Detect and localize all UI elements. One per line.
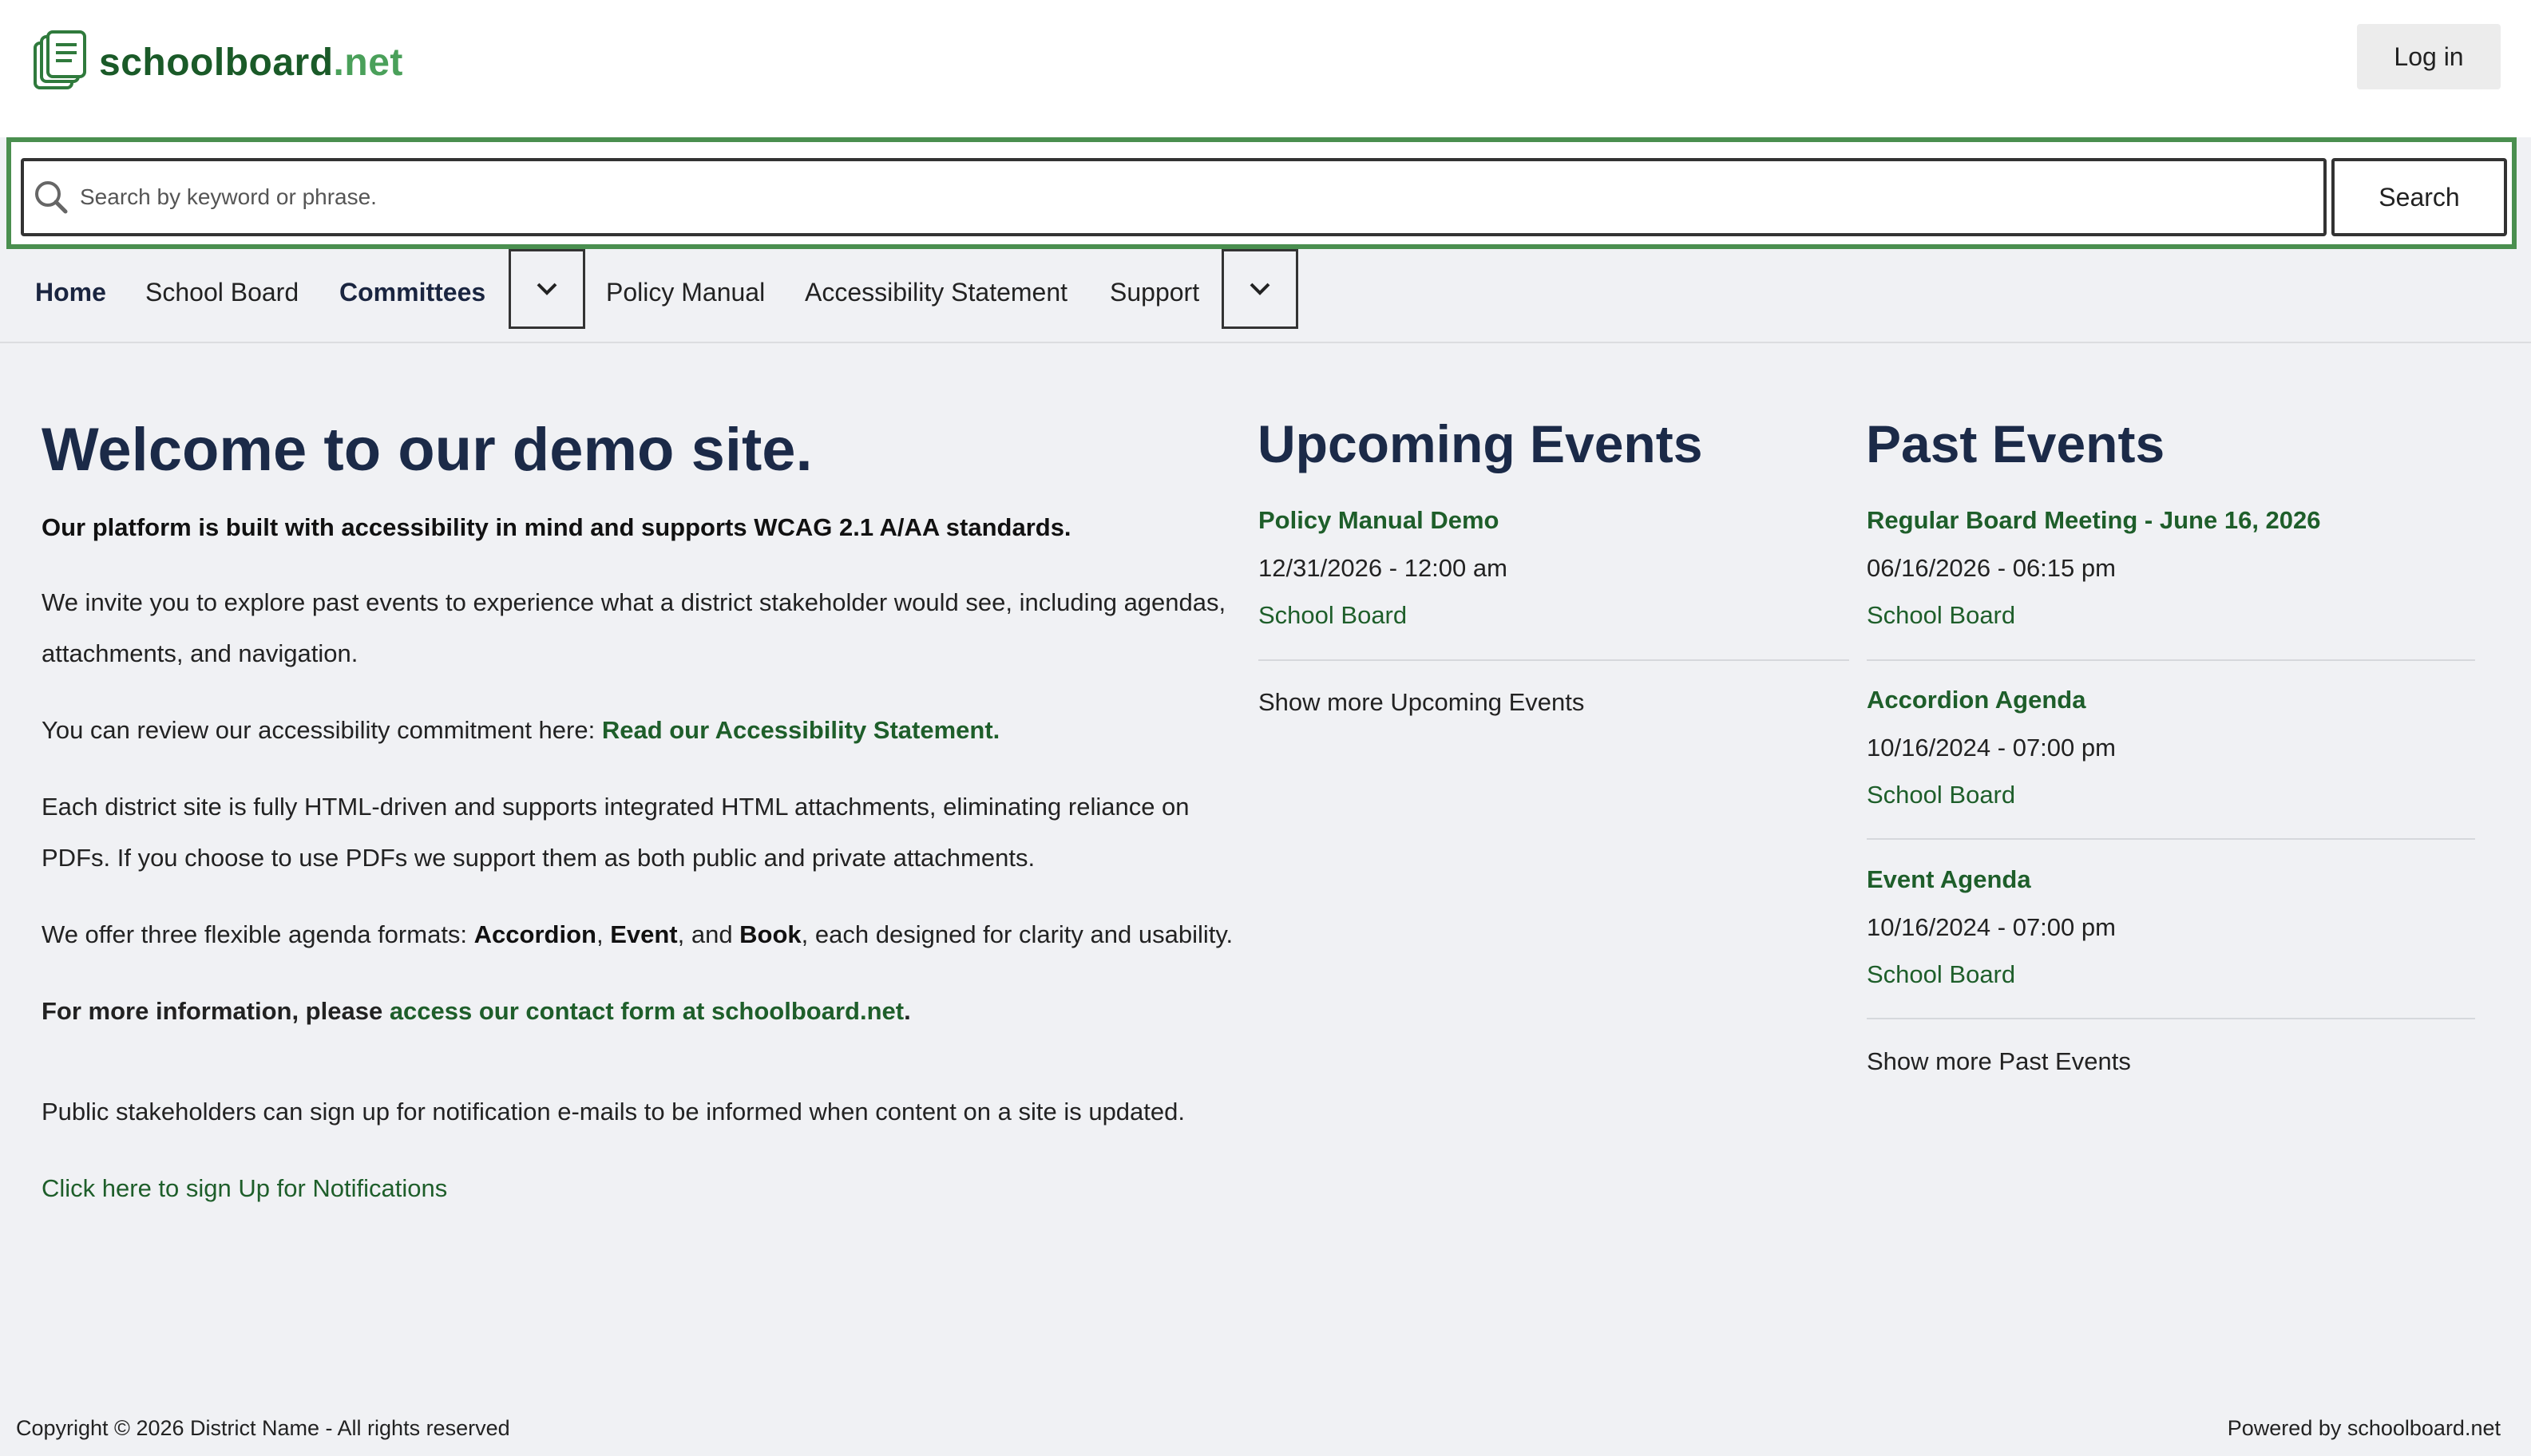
- welcome-section: Welcome to our demo site. Our platform i…: [42, 415, 1247, 1214]
- contact-form-link[interactable]: access our contact form at schoolboard.n…: [390, 997, 904, 1025]
- event-date: 10/16/2024 - 07:00 pm: [1867, 734, 2116, 762]
- event-date: 06/16/2026 - 06:15 pm: [1867, 554, 2116, 582]
- contact-paragraph: For more information, please access our …: [42, 986, 1247, 1037]
- nav-item-support[interactable]: Support: [1110, 278, 1199, 307]
- intro-statement: Our platform is built with accessibility…: [42, 513, 1071, 541]
- event-title[interactable]: Event Agenda: [1867, 865, 2031, 894]
- nav-item-policy-manual[interactable]: Policy Manual: [606, 278, 765, 307]
- nav-item-school-board[interactable]: School Board: [145, 278, 299, 307]
- formats-sep-2: , and: [677, 920, 740, 948]
- divider: [1867, 659, 2475, 661]
- site-logo[interactable]: schoolboard.net: [32, 30, 403, 95]
- divider: [1867, 838, 2475, 840]
- main-navigation: Home School Board Committees Policy Manu…: [0, 249, 2531, 343]
- site-header: schoolboard.net Log in: [0, 0, 2531, 137]
- login-button[interactable]: Log in: [2357, 24, 2501, 89]
- committees-dropdown-toggle[interactable]: [509, 249, 585, 329]
- accessibility-paragraph: You can review our accessibility commitm…: [42, 705, 1247, 756]
- search-region: Search by keyword or phrase. Search: [6, 137, 2517, 249]
- event-title[interactable]: Accordion Agenda: [1867, 686, 2085, 714]
- chevron-down-icon: [535, 281, 559, 297]
- chevron-down-icon: [1248, 281, 1272, 297]
- accessibility-text: You can review our accessibility commitm…: [42, 716, 602, 744]
- intro-paragraph: We invite you to explore past events to …: [42, 588, 1226, 667]
- upcoming-events-heading: Upcoming Events: [1258, 414, 1703, 473]
- event-date: 10/16/2024 - 07:00 pm: [1867, 913, 2116, 941]
- powered-by-text: Powered by schoolboard.net: [2227, 1416, 2501, 1440]
- accessibility-statement-link[interactable]: Read our Accessibility Statement.: [602, 716, 1000, 744]
- copyright-text: Copyright © 2026 District Name - All rig…: [16, 1416, 510, 1440]
- event-category[interactable]: School Board: [1867, 960, 2015, 989]
- logo-text: schoolboard.net: [99, 41, 403, 85]
- divider: [1867, 1018, 2475, 1019]
- formats-text-b: , each designed for clarity and usabilit…: [801, 920, 1234, 948]
- document-stack-icon: [32, 30, 89, 95]
- event-category[interactable]: School Board: [1867, 781, 2015, 809]
- notifications-paragraph: Public stakeholders can sign up for noti…: [42, 1098, 1185, 1126]
- signup-notifications-link[interactable]: Click here to sign Up for Notifications: [42, 1174, 447, 1202]
- format-event: Event: [610, 920, 678, 948]
- nav-item-committees[interactable]: Committees: [339, 278, 485, 307]
- formats-text-a: We offer three flexible agenda formats:: [42, 920, 474, 948]
- page-title: Welcome to our demo site.: [42, 416, 813, 484]
- past-events-heading: Past Events: [1866, 414, 2165, 473]
- logo-text-main: schoolboard: [99, 42, 334, 84]
- nav-item-home[interactable]: Home: [35, 278, 106, 307]
- show-more-upcoming-button[interactable]: Show more Upcoming Events: [1258, 688, 1584, 717]
- search-icon: [34, 180, 69, 215]
- event-date: 12/31/2026 - 12:00 am: [1258, 554, 1507, 582]
- formats-sep-1: ,: [596, 920, 611, 948]
- format-book: Book: [739, 920, 802, 948]
- search-input[interactable]: Search by keyword or phrase.: [21, 158, 2327, 236]
- formats-paragraph: We offer three flexible agenda formats: …: [42, 909, 1247, 960]
- event-title[interactable]: Policy Manual Demo: [1258, 506, 1499, 535]
- event-category[interactable]: School Board: [1867, 601, 2015, 630]
- html-paragraph: Each district site is fully HTML-driven …: [42, 793, 1190, 872]
- logo-text-suffix: .net: [333, 42, 403, 84]
- nav-item-accessibility-statement[interactable]: Accessibility Statement: [805, 278, 1067, 307]
- event-category[interactable]: School Board: [1258, 601, 1407, 630]
- format-accordion: Accordion: [473, 920, 596, 948]
- search-placeholder: Search by keyword or phrase.: [80, 184, 377, 209]
- contact-end: .: [904, 997, 911, 1025]
- contact-text: For more information, please: [42, 997, 390, 1025]
- event-title[interactable]: Regular Board Meeting - June 16, 2026: [1867, 506, 2321, 535]
- divider: [1258, 659, 1849, 661]
- show-more-past-button[interactable]: Show more Past Events: [1867, 1047, 2131, 1076]
- support-dropdown-toggle[interactable]: [1222, 249, 1298, 329]
- search-button[interactable]: Search: [2331, 158, 2507, 236]
